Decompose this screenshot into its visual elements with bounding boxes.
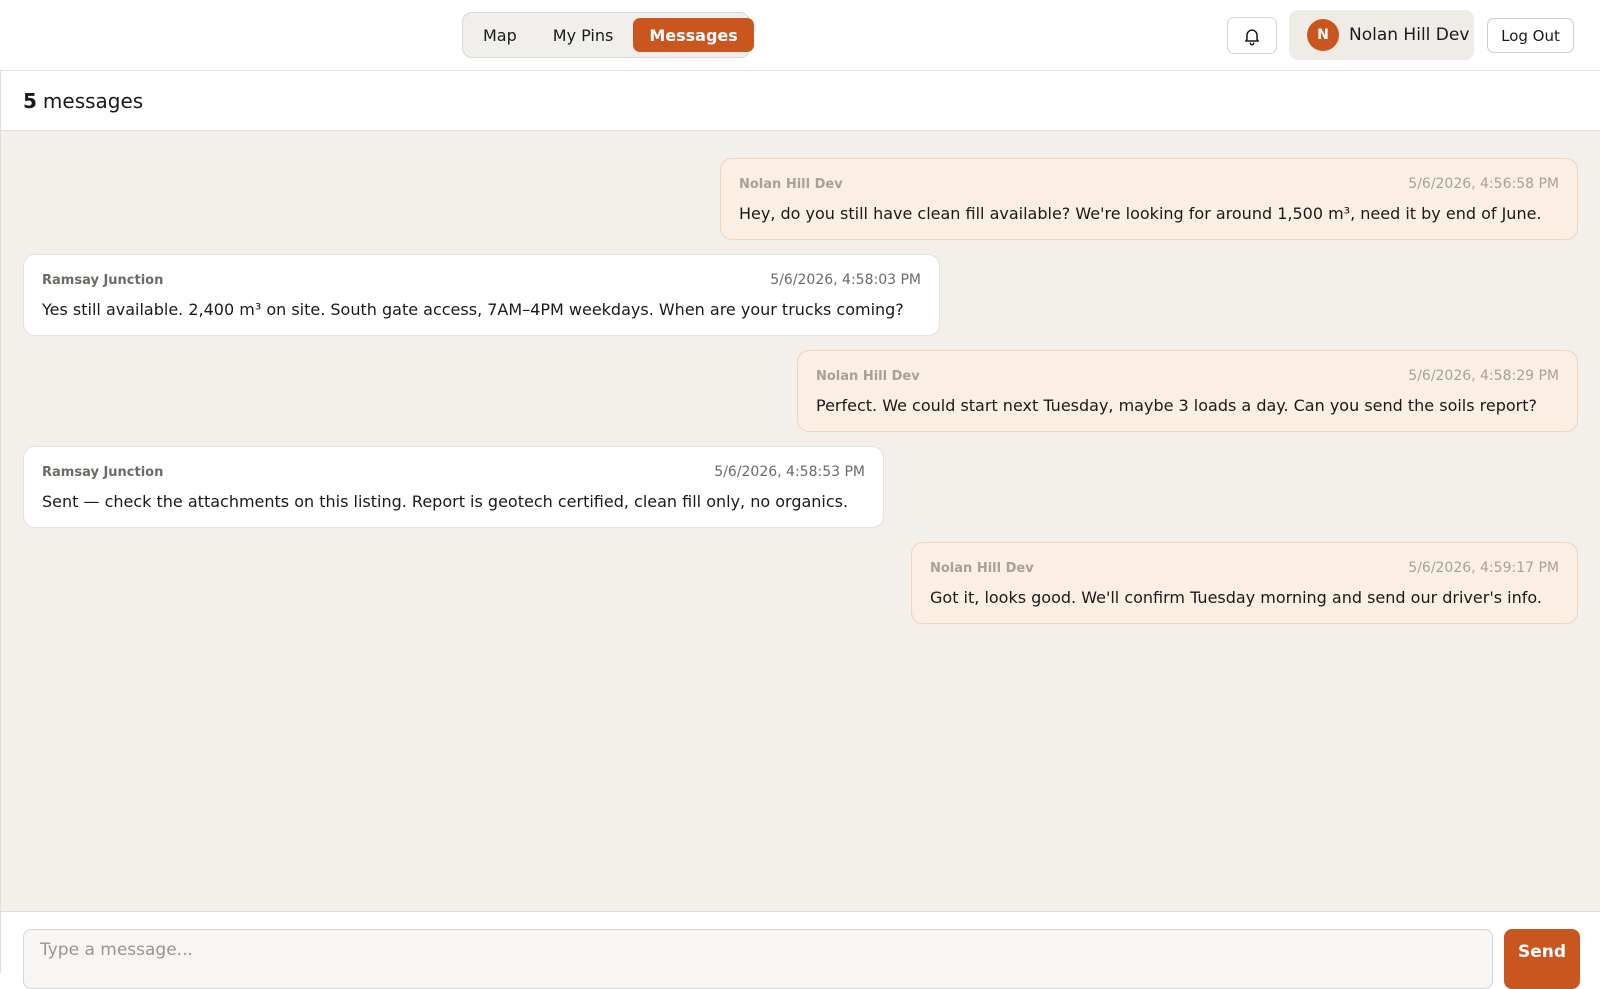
message-text: Sent — check the attachments on this lis…	[42, 492, 849, 511]
message-bubble: Nolan Hill Dev 5/6/2026, 4:56:58 PM Hey,…	[720, 158, 1578, 240]
message-timestamp: 5/6/2026, 4:58:29 PM	[1408, 368, 1559, 384]
message-timestamp: 5/6/2026, 4:59:17 PM	[1408, 560, 1559, 576]
message-sender: Nolan Hill Dev	[739, 176, 843, 192]
tab-messages[interactable]: Messages	[633, 18, 754, 52]
message-bubble: Nolan Hill Dev 5/6/2026, 4:58:29 PM Perf…	[797, 350, 1578, 432]
message-sender: Nolan Hill Dev	[930, 560, 1034, 576]
message-text: Yes still available. 2,400 m³ on site. S…	[42, 300, 904, 319]
send-button[interactable]: Send	[1504, 929, 1580, 989]
message-composer: Send	[0, 911, 1600, 989]
top-bar: Map My Pins Messages N Nolan Hill Dev Lo…	[0, 0, 1600, 71]
message-text: Perfect. We could start next Tuesday, ma…	[816, 396, 1538, 415]
message-thread[interactable]: Nolan Hill Dev 5/6/2026, 4:56:58 PM Hey,…	[0, 131, 1600, 911]
message-sender: Ramsay Junction	[42, 272, 164, 288]
logout-button[interactable]: Log Out	[1487, 18, 1574, 53]
tab-map[interactable]: Map	[467, 18, 533, 52]
message-count-header: 5 messages	[0, 71, 1600, 131]
message-sender: Ramsay Junction	[42, 464, 164, 480]
message-timestamp: 5/6/2026, 4:58:03 PM	[770, 272, 921, 288]
bell-icon	[1245, 28, 1259, 45]
message-timestamp: 5/6/2026, 4:58:53 PM	[714, 464, 865, 480]
message-text: Hey, do you still have clean fill availa…	[739, 204, 1542, 223]
message-input[interactable]	[23, 929, 1493, 989]
message-count-label: messages	[42, 88, 144, 113]
message-bubble: Ramsay Junction 5/6/2026, 4:58:03 PM Yes…	[23, 254, 940, 336]
tab-my-pins[interactable]: My Pins	[537, 18, 630, 52]
message-bubble: Nolan Hill Dev 5/6/2026, 4:59:17 PM Got …	[911, 542, 1578, 624]
message-sender: Nolan Hill Dev	[816, 368, 920, 384]
main-nav: Map My Pins Messages	[462, 12, 754, 58]
user-name: Nolan Hill Dev	[1349, 25, 1470, 45]
notifications-button[interactable]	[1227, 17, 1277, 54]
message-text: Got it, looks good. We'll confirm Tuesda…	[930, 588, 1542, 607]
message-count: 5	[23, 88, 37, 113]
message-bubble: Ramsay Junction 5/6/2026, 4:58:53 PM Sen…	[23, 446, 884, 528]
user-menu[interactable]: N Nolan Hill Dev	[1289, 10, 1474, 60]
avatar: N	[1307, 19, 1339, 51]
message-timestamp: 5/6/2026, 4:56:58 PM	[1408, 176, 1559, 192]
